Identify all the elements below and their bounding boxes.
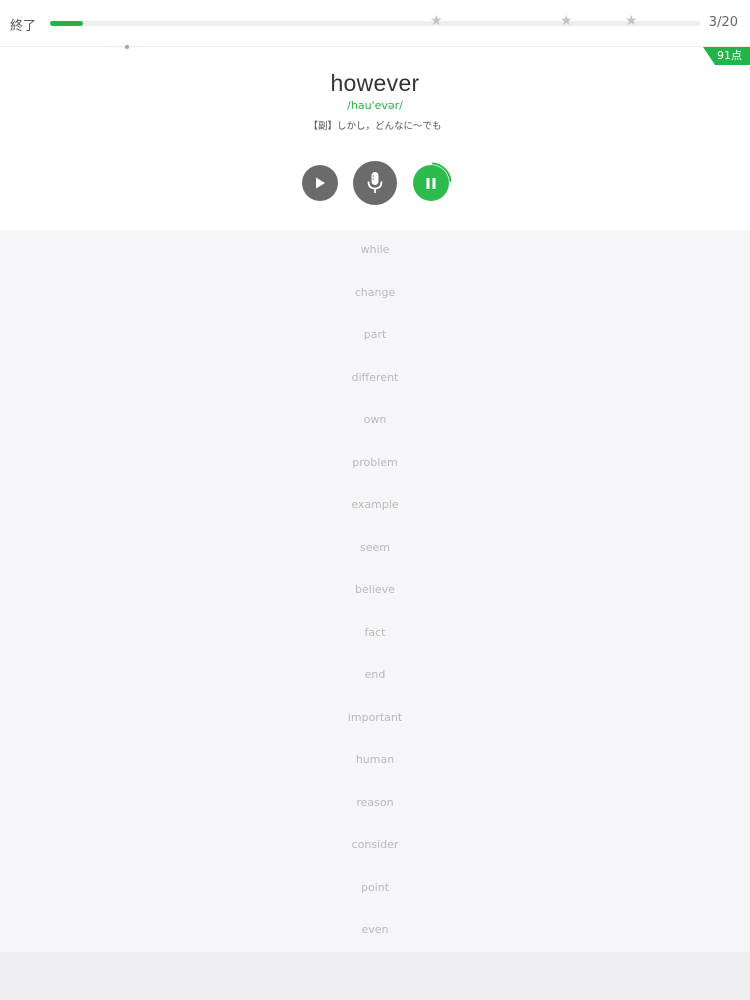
word-list-item[interactable]: example (0, 498, 750, 511)
progress-fill (50, 21, 83, 26)
star-icon: ★ (625, 13, 638, 29)
word-list-item[interactable]: fact (0, 626, 750, 639)
word-list-item[interactable]: change (0, 286, 750, 299)
word-list-item[interactable]: point (0, 881, 750, 894)
word-list-item[interactable]: human (0, 753, 750, 766)
meaning: 【副】しかし，どんなに～でも (308, 121, 442, 132)
star-icon: ★ (560, 13, 573, 29)
score-badge: 91点 (703, 47, 750, 65)
word-list-item[interactable]: seem (0, 541, 750, 554)
word-list-item[interactable]: important (0, 711, 750, 724)
word-list-item[interactable]: believe (0, 583, 750, 596)
record-button[interactable] (353, 161, 397, 205)
word-list-item[interactable]: consider (0, 838, 750, 851)
pause-button[interactable] (413, 165, 449, 201)
star-icon: ★ (430, 13, 443, 29)
divider (0, 46, 750, 47)
pause-icon (426, 177, 436, 189)
word-title: however (330, 70, 420, 96)
bottom-bar (0, 952, 750, 1000)
phonetic: /hau'evər/ (347, 99, 403, 112)
question-counter: 3/20 (708, 15, 738, 30)
word-list-item[interactable]: end (0, 668, 750, 681)
end-button[interactable]: 終了 (10, 15, 36, 34)
play-button[interactable] (302, 165, 338, 201)
progress-bar (50, 21, 700, 26)
play-icon (316, 177, 325, 189)
word-list-item[interactable]: own (0, 413, 750, 426)
word-list-item[interactable]: part (0, 328, 750, 341)
position-dot (125, 45, 129, 49)
mic-icon (367, 172, 383, 193)
word-list-item[interactable]: different (0, 371, 750, 384)
word-list-item[interactable]: problem (0, 456, 750, 469)
word-list-item[interactable]: reason (0, 796, 750, 809)
word-list-item[interactable]: even (0, 923, 750, 936)
word-list-item[interactable]: while (0, 243, 750, 256)
word-list: while change part different own problem exampl… (0, 230, 750, 952)
top-bar: 終了 ★ ★ ★ 3/20 (0, 0, 750, 46)
